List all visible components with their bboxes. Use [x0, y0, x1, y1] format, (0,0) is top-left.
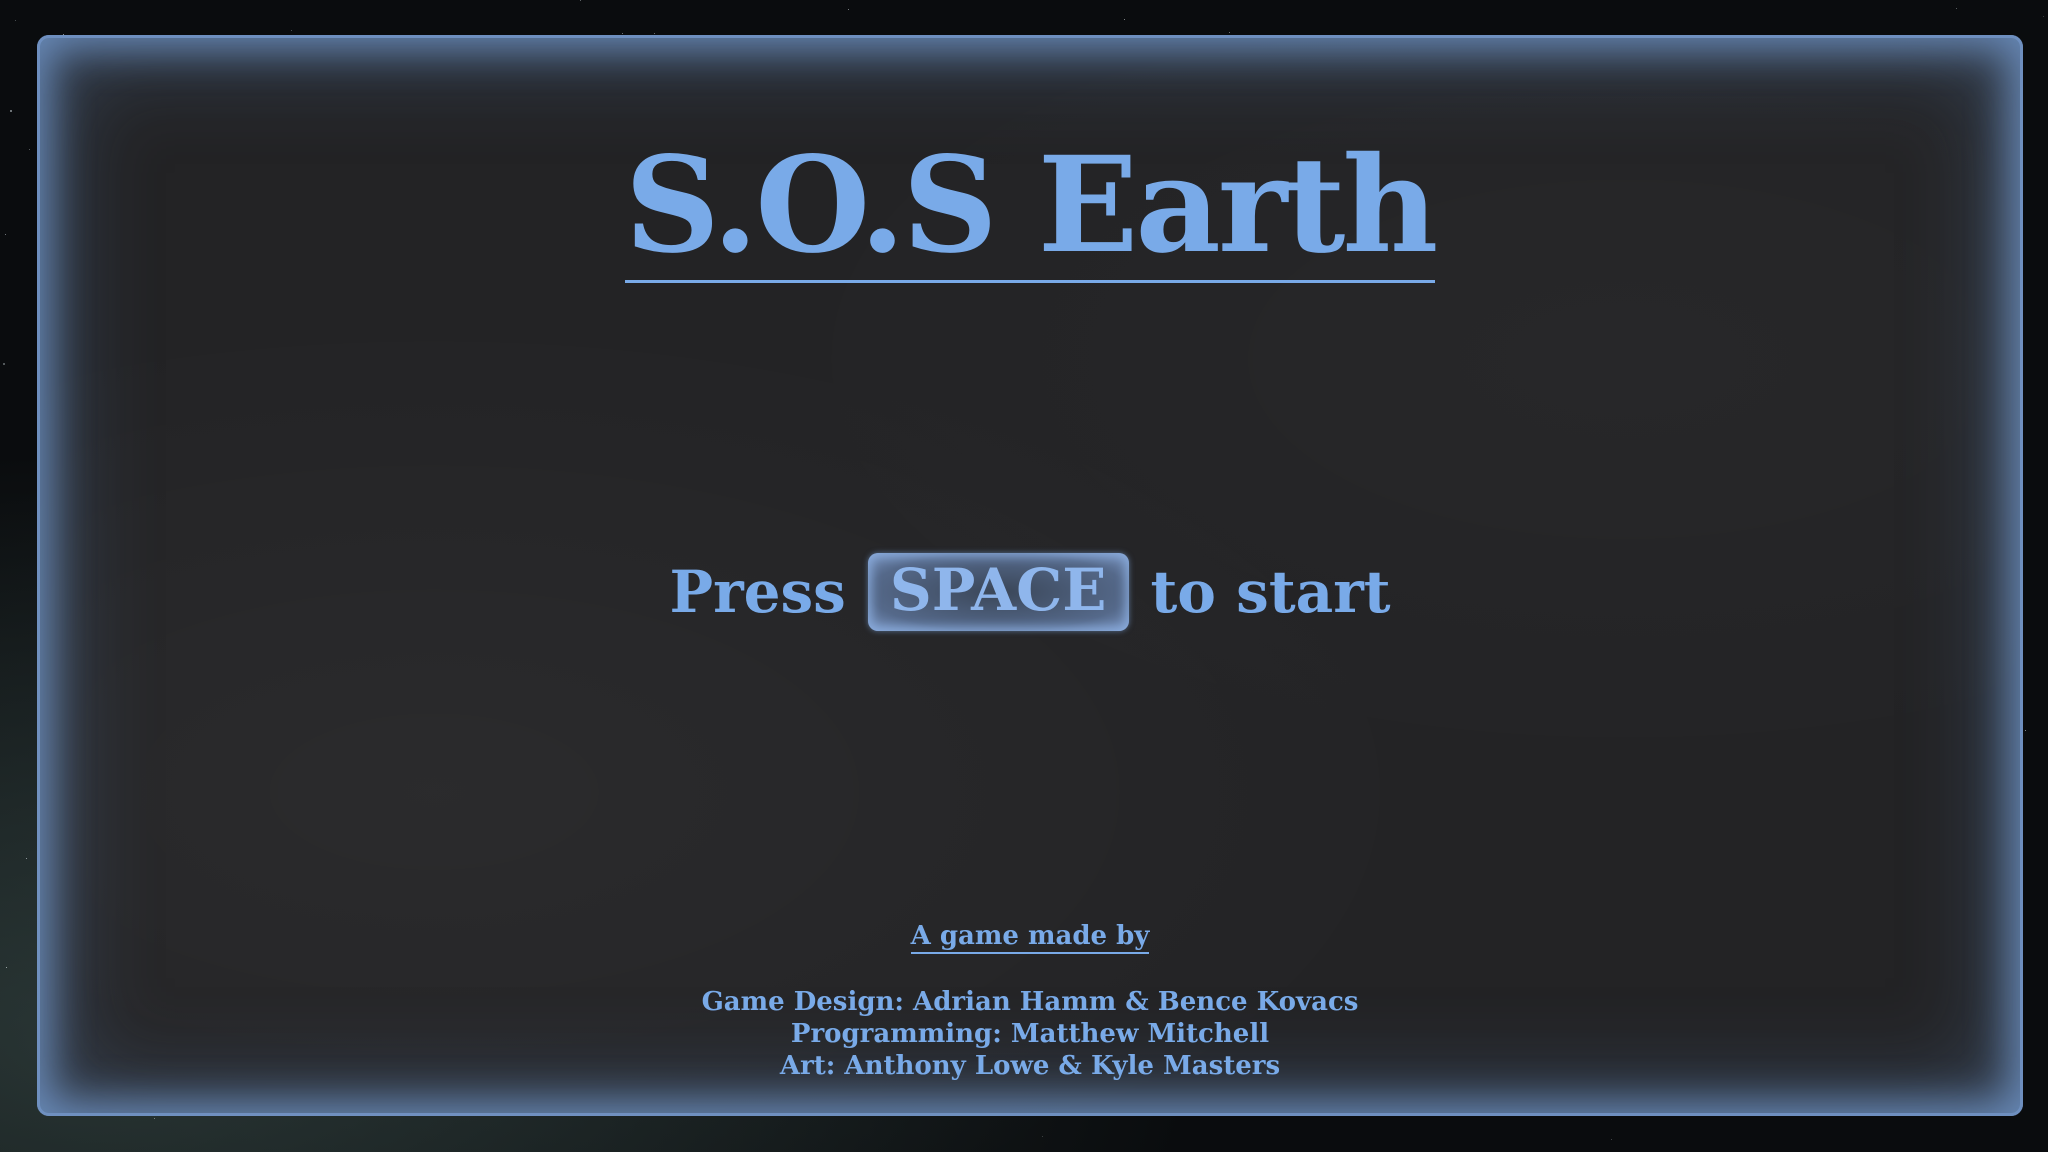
star [26, 858, 27, 859]
star [2043, 16, 2044, 17]
credits: A game made by Game Design: Adrian Hamm … [37, 921, 2023, 1082]
game-title-text: S.O.S Earth [624, 128, 1438, 283]
credit-line-programming: Programming: Matthew Mitchell [790, 1018, 1270, 1049]
start-prompt-prefix: Press [669, 558, 846, 626]
credit-line-art: Art: Anthony Lowe & Kyle Masters [779, 1050, 1281, 1081]
star [5, 234, 6, 235]
star [1042, 1136, 1043, 1137]
star [622, 33, 623, 34]
star [848, 9, 849, 10]
star [1229, 32, 1230, 33]
credits-heading: A game made by [910, 921, 1150, 954]
credit-line-game-design: Game Design: Adrian Hamm & Bence Kovacs [701, 986, 1359, 1017]
star [29, 149, 30, 150]
star [15, 20, 16, 21]
star [580, 0, 581, 1]
star [1124, 19, 1125, 20]
star [1956, 8, 1957, 9]
game-title: S.O.S Earth [37, 140, 2023, 283]
star [154, 1118, 155, 1119]
star [6, 967, 7, 968]
start-prompt-suffix: to start [1150, 558, 1391, 626]
star [2025, 730, 2026, 731]
space-key-button[interactable]: SPACE [867, 553, 1129, 631]
star [10, 110, 12, 112]
star [1611, 1139, 1612, 1140]
star [291, 30, 292, 31]
star [3, 363, 5, 365]
start-prompt: Press SPACE to start [37, 553, 2023, 631]
star [654, 33, 655, 34]
title-screen-panel: S.O.S Earth Press SPACE to start A game … [37, 35, 2023, 1116]
